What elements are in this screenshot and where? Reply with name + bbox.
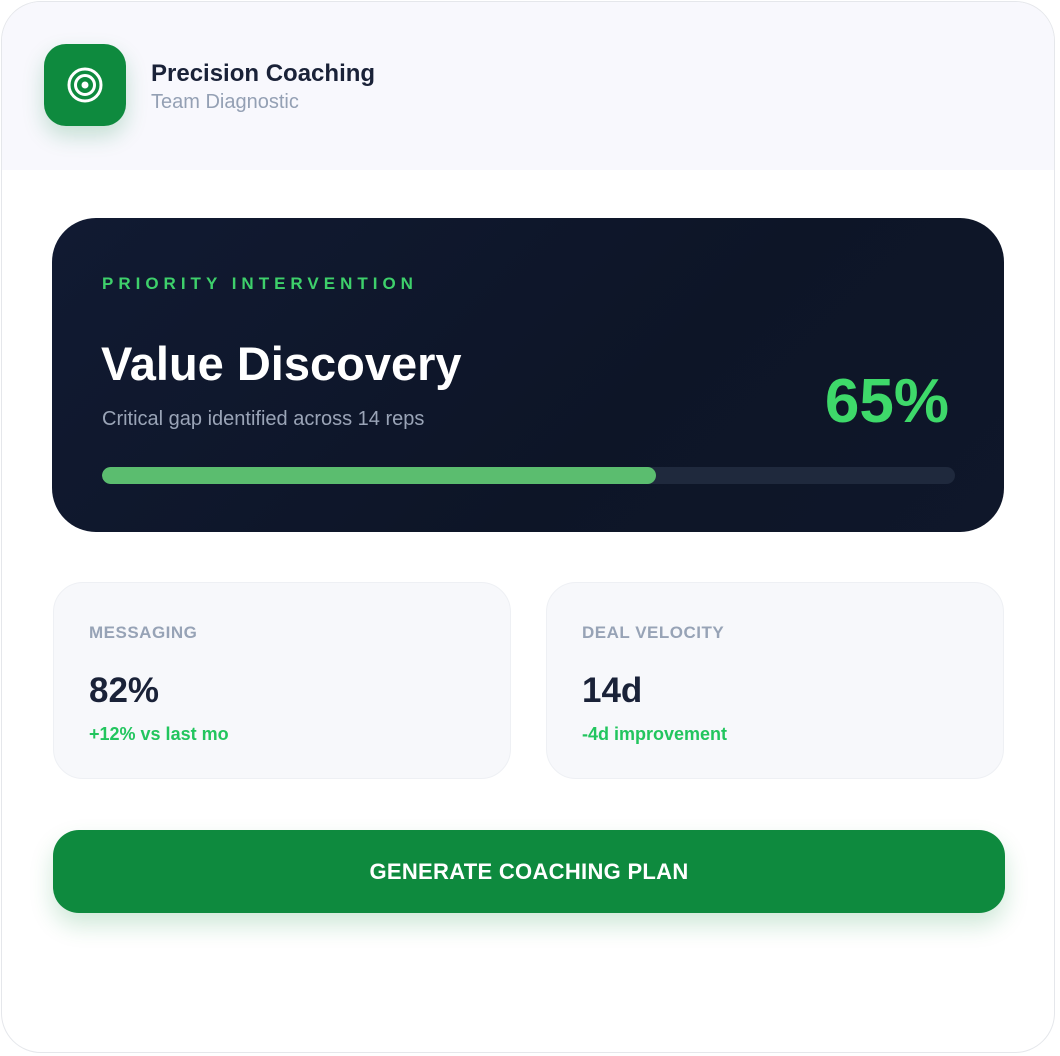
app-logo [44, 44, 126, 126]
gap-description: Critical gap identified across 14 reps [102, 408, 425, 430]
gap-progress-fill [102, 467, 657, 484]
gap-progress-bar [102, 467, 955, 484]
stat-label: DEAL VELOCITY [582, 623, 725, 642]
target-icon [67, 67, 103, 103]
focus-area-title: Value Discovery [101, 337, 462, 390]
priority-label: PRIORITY INTERVENTION [102, 274, 418, 293]
gap-percentage: 65% [824, 367, 949, 436]
messaging-stat-card: MESSAGING 82% +12% vs last mo [53, 582, 511, 779]
stat-delta: -4d improvement [582, 724, 728, 744]
priority-intervention-panel: PRIORITY INTERVENTION Value Discovery Cr… [52, 218, 1004, 532]
stat-value: 14d [582, 671, 643, 710]
app-title: Precision Coaching [151, 60, 376, 87]
stat-delta: +12% vs last mo [89, 724, 229, 744]
coaching-card: Precision Coaching Team Diagnostic PRIOR… [1, 1, 1055, 1053]
app-subtitle: Team Diagnostic [151, 91, 299, 113]
deal-velocity-stat-card: DEAL VELOCITY 14d -4d improvement [546, 582, 1004, 779]
card-header: Precision Coaching Team Diagnostic [2, 2, 1054, 170]
generate-coaching-plan-button[interactable]: GENERATE COACHING PLAN [53, 830, 1005, 913]
stat-label: MESSAGING [89, 623, 198, 642]
stat-value: 82% [89, 671, 160, 710]
